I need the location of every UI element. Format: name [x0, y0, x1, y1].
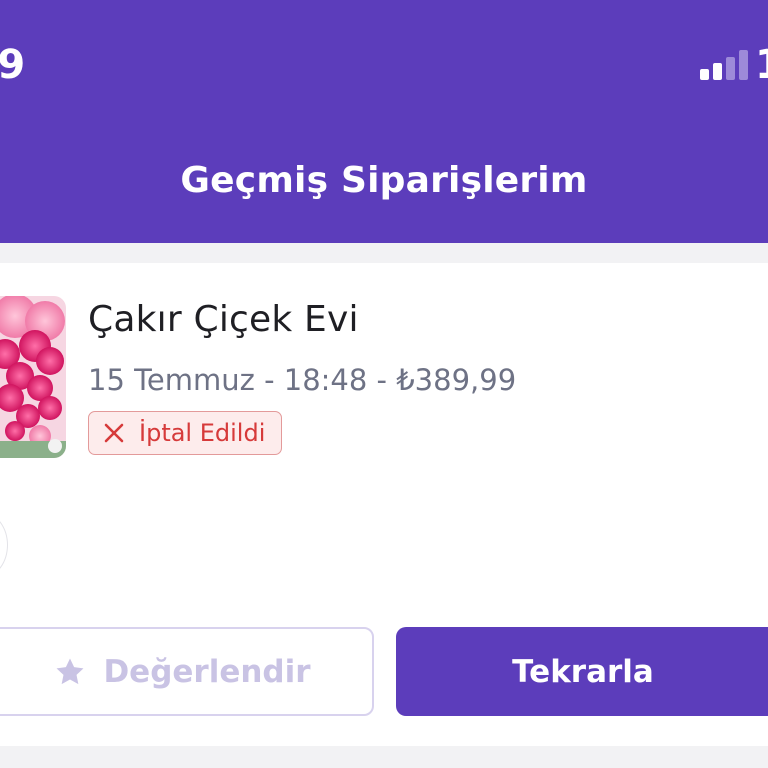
order-meta: 15 Temmuz - 18:48 - ₺389,99	[88, 363, 517, 397]
reorder-button[interactable]: Tekrarla	[396, 627, 768, 716]
signal-strength-icon	[700, 50, 752, 80]
store-name: Çakır Çiçek Evi	[88, 299, 359, 340]
status-label: İptal Edildi	[139, 419, 266, 447]
rate-label: Değerlendir	[103, 653, 311, 690]
reorder-label: Tekrarla	[512, 653, 654, 690]
status-badge: İptal Edildi	[88, 411, 283, 455]
rate-button[interactable]: Değerlendir	[0, 627, 374, 716]
page-title: Geçmiş Siparişlerim	[180, 160, 588, 201]
orders-screen: 29 1 Geçmiş Siparişlerim	[0, 0, 768, 768]
section-gap-bottom	[0, 746, 768, 768]
section-gap	[0, 243, 768, 263]
star-icon	[56, 658, 84, 684]
flower-bouquet-image	[0, 296, 66, 458]
status-time: 29	[0, 42, 25, 88]
app-header: 29 1 Geçmiş Siparişlerim	[0, 0, 768, 243]
order-card[interactable]: Çakır Çiçek Evi 15 Temmuz - 18:48 - ₺389…	[0, 263, 768, 746]
status-right-text: 1	[755, 42, 768, 88]
round-control[interactable]	[0, 513, 8, 577]
close-icon	[104, 423, 124, 443]
